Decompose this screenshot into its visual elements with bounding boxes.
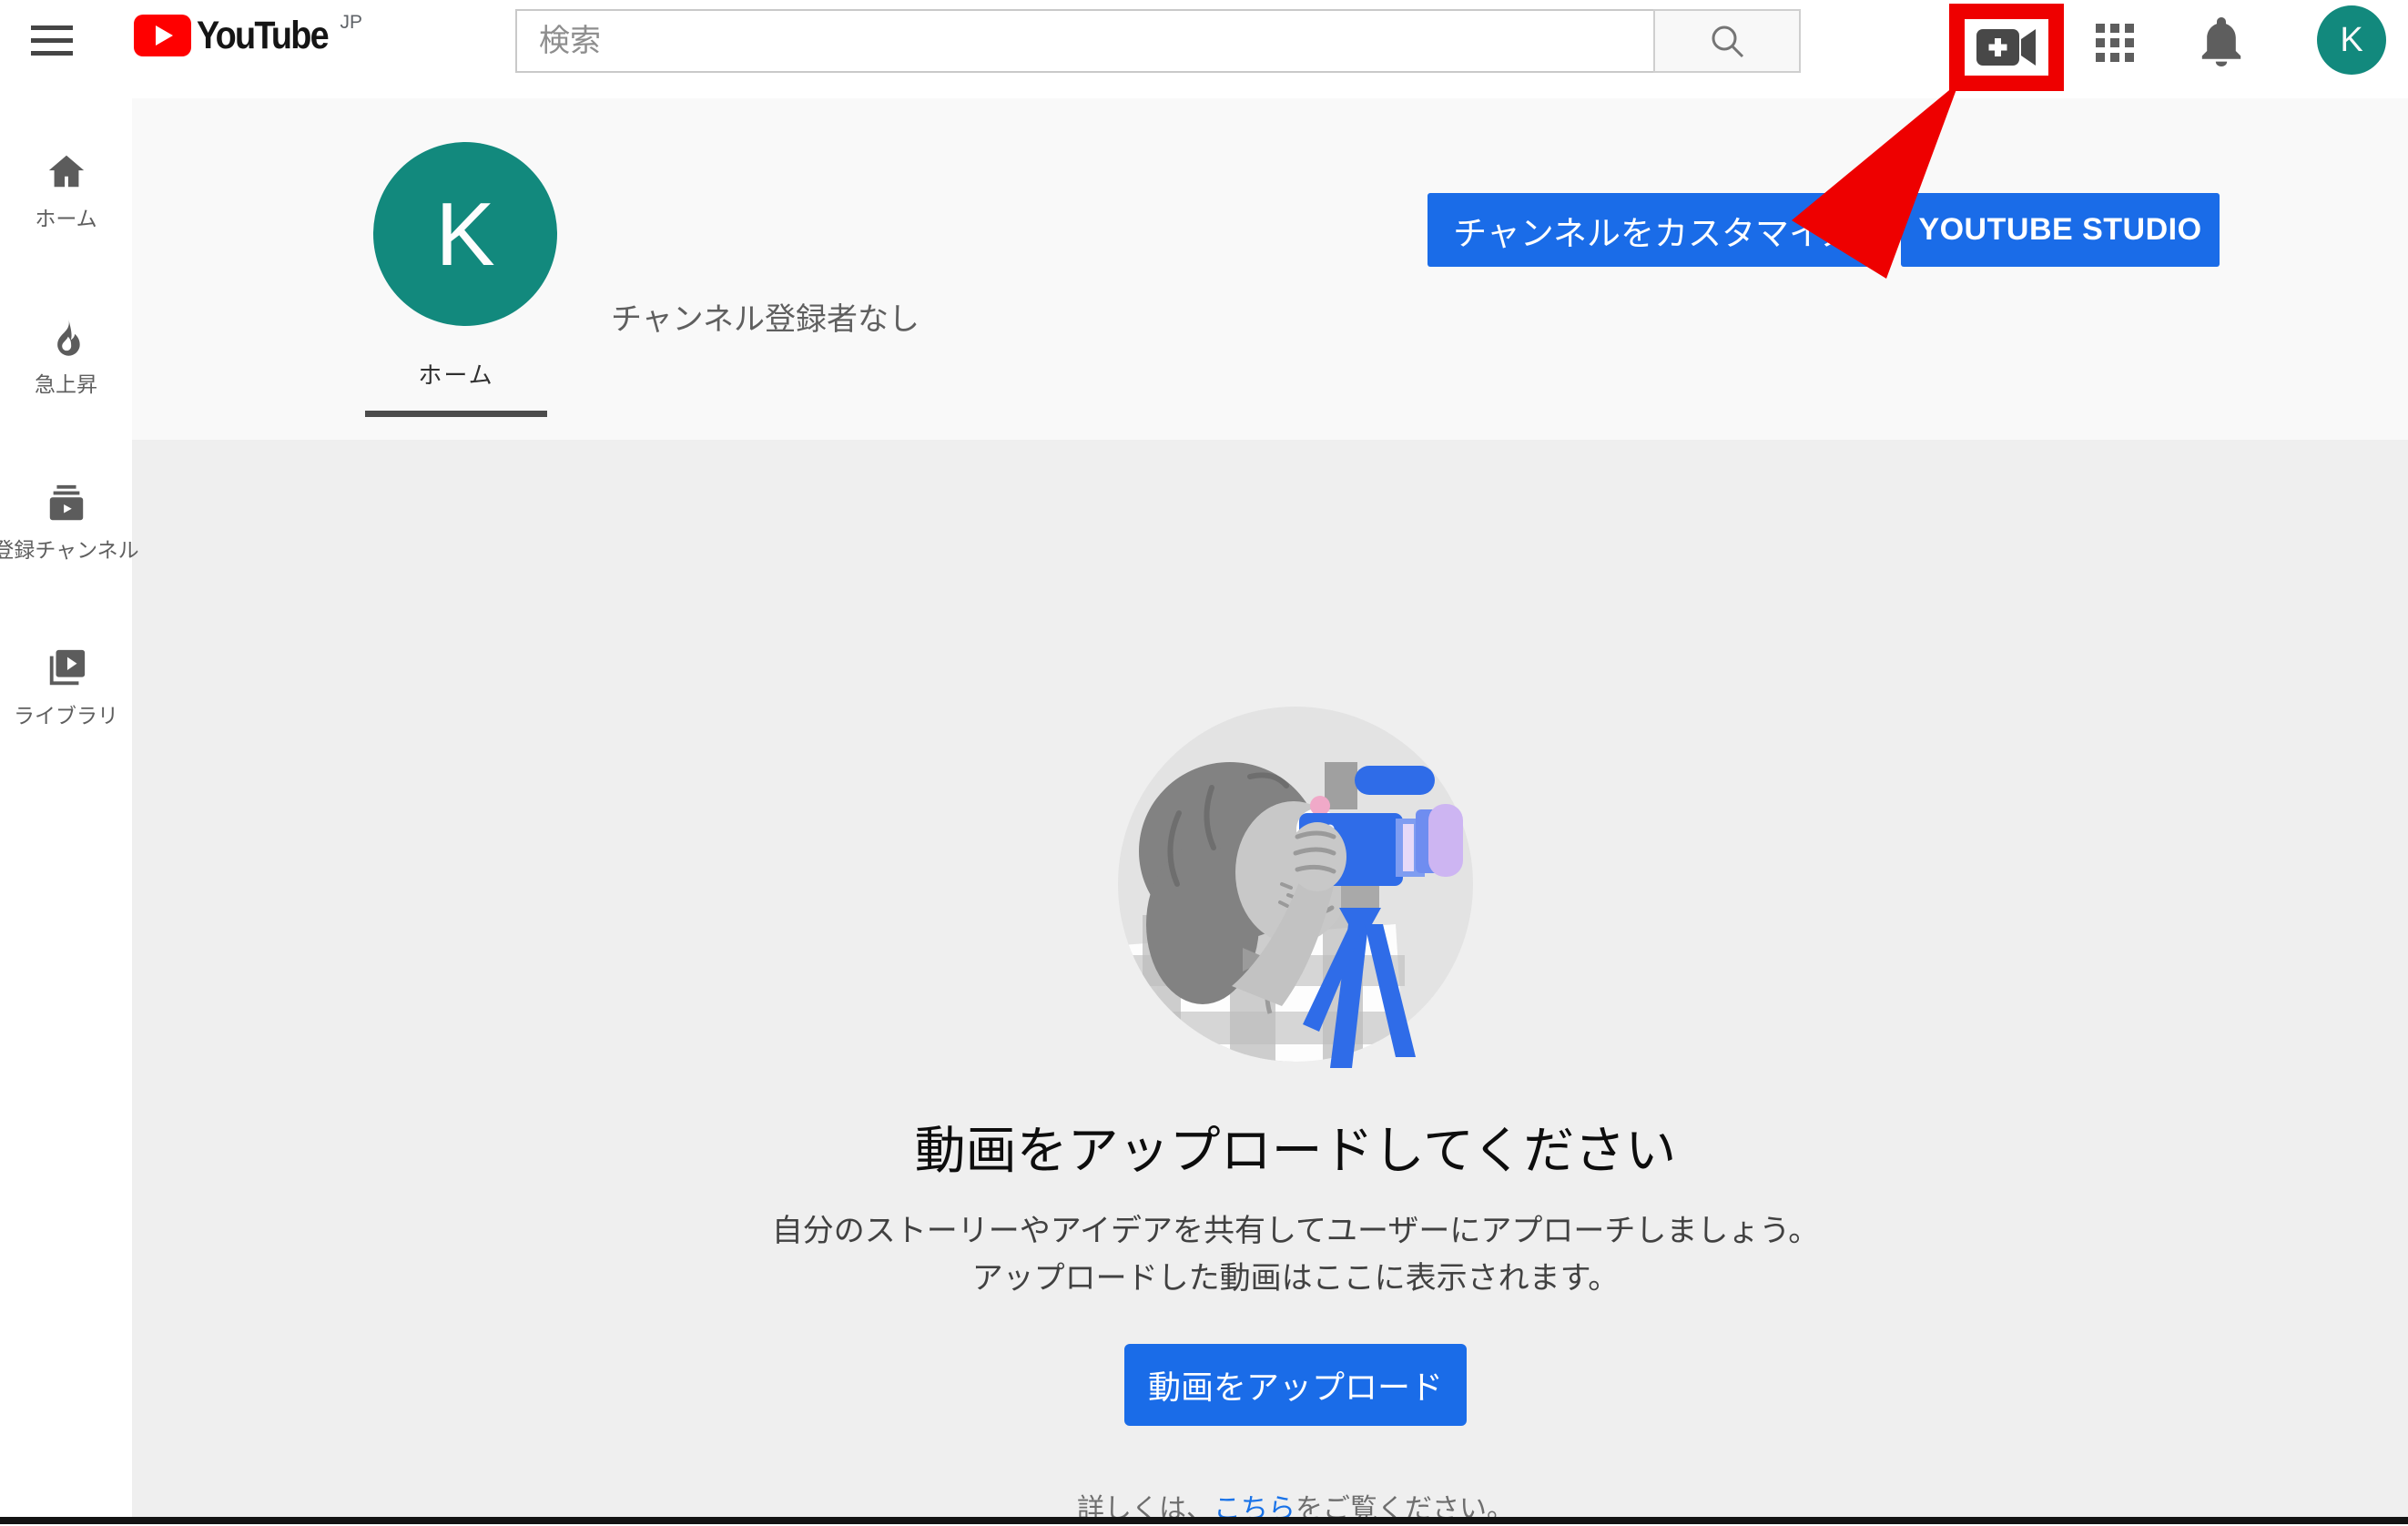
top-bar: YouTube JP [0,0,2408,98]
sidebar-item-library[interactable]: ライブラリ [0,648,132,729]
search-bar [515,9,1801,73]
mini-guide-sidebar: ホーム 急上昇 登録チャンネル ライブラリ [0,98,132,1517]
sidebar-item-label: 登録チャンネル [0,533,139,564]
youtube-wordmark: YouTube [197,15,328,56]
annotation-highlight-box [1949,4,2064,91]
account-avatar-initial: K [2340,21,2362,60]
channel-avatar-initial: K [435,183,494,286]
logo-region-label: JP [340,12,363,34]
youtube-studio-button[interactable]: YOUTUBE STUDIO [1901,193,2220,267]
magnifier-icon [1707,21,1747,61]
video-camera-plus-icon[interactable] [1976,26,2037,68]
upload-illustration [1095,686,1496,1068]
bottom-edge-strip [0,1517,2408,1524]
empty-state-title: 動画をアップロードしてください [915,1110,1677,1184]
sidebar-item-label: 急上昇 [35,367,97,398]
home-icon [46,151,87,193]
hamburger-menu-icon[interactable] [31,25,73,56]
empty-state-description: 自分のストーリーやアイデアを共有してユーザーにアプローチしましょう。 アップロー… [772,1207,1820,1302]
youtube-play-icon [134,15,191,56]
fire-icon [46,317,87,359]
tab-home[interactable]: ホーム [365,357,547,391]
upload-empty-state: 動画をアップロードしてください 自分のストーリーやアイデアを共有してユーザーにア… [132,440,2408,1526]
sidebar-item-label: ライブラリ [14,698,118,729]
youtube-logo[interactable]: YouTube JP [134,15,362,56]
search-button[interactable] [1653,9,1801,73]
sidebar-item-label: ホーム [35,201,97,232]
apps-grid-icon[interactable] [2096,24,2134,62]
description-line-2: アップロードした動画はここに表示されます。 [972,1261,1620,1296]
sidebar-item-trending[interactable]: 急上昇 [0,317,132,398]
channel-avatar: K [373,142,557,326]
youtube-channel-page: YouTube JP [0,0,2408,1524]
account-avatar[interactable]: K [2317,5,2386,75]
description-line-1: 自分のストーリーやアイデアを共有してユーザーにアプローチしましょう。 [772,1214,1820,1248]
library-icon [46,648,87,690]
upload-video-button[interactable]: 動画をアップロード [1124,1344,1467,1426]
subscriber-status: チャンネル登録者なし [611,294,920,339]
notifications-bell-icon[interactable] [2198,15,2245,72]
channel-content-area: 動画をアップロードしてください 自分のストーリーやアイデアを共有してユーザーにア… [132,440,2408,1517]
sidebar-item-subscriptions[interactable]: 登録チャンネル [0,483,132,564]
search-input[interactable] [515,9,1655,73]
customize-channel-button[interactable]: チャンネルをカスタマイズ [1428,193,1881,267]
active-tab-underline [365,411,547,417]
subscriptions-icon [46,483,87,524]
sidebar-item-home[interactable]: ホーム [0,151,132,232]
channel-header: K チャンネル登録者なし チャンネルをカスタマイズ YOUTUBE STUDIO… [132,98,2408,440]
